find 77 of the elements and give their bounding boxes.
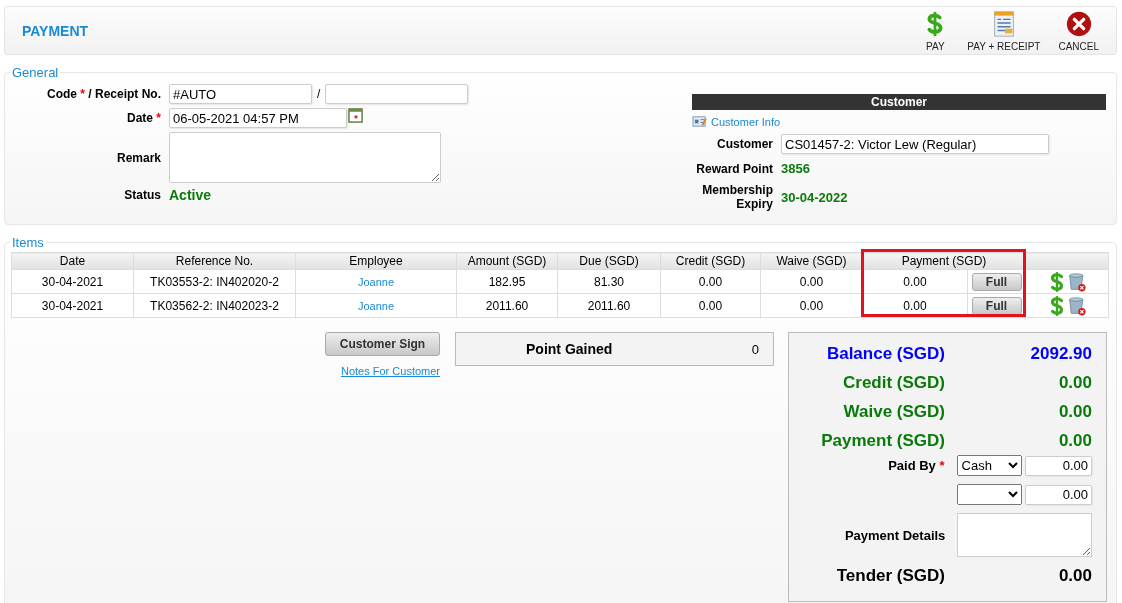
total-label: Credit (SGD)	[842, 372, 945, 393]
code-input[interactable]: #AUTO	[169, 84, 312, 104]
page-title: PAYMENT	[22, 22, 89, 39]
column-header: Credit (SGD)	[660, 252, 761, 270]
payment-method-select[interactable]	[956, 484, 1022, 505]
column-header: Amount (SGD)	[456, 252, 558, 270]
points-label: Point Gained	[526, 341, 613, 357]
field-label: Remark	[115, 150, 161, 165]
separator-text: /	[317, 87, 321, 101]
tender-value: 0.00	[1058, 565, 1092, 586]
payment-details-label: Payment Details	[843, 527, 946, 543]
membership-expiry-value: 30-04-2022	[781, 189, 848, 205]
total-value: 0.00	[1058, 401, 1092, 422]
column-header: Reference No.	[133, 252, 296, 270]
field-label: Customer	[716, 137, 773, 151]
trash-delete-icon[interactable]	[1068, 294, 1086, 317]
toolbar-button[interactable]: CANCEL	[1049, 9, 1108, 52]
customer-sign-button[interactable]: Customer Sign	[325, 332, 440, 356]
total-label: Waive (SGD)	[842, 401, 945, 422]
full-button[interactable]: Full	[971, 272, 1022, 291]
total-value: 0.00	[1058, 372, 1092, 393]
total-value: 0.00	[1058, 430, 1092, 451]
customer-input[interactable]: CS01457-2: Victor Lew (Regular)	[781, 134, 1049, 154]
table-cell: 0.00	[660, 293, 761, 318]
payment-details-textarea[interactable]	[957, 513, 1092, 557]
receipt-input[interactable]	[325, 84, 469, 104]
total-label: Balance (SGD)	[825, 343, 945, 364]
column-header: Due (SGD)	[557, 252, 661, 270]
amount-input[interactable]: 0.00	[1025, 484, 1092, 505]
table-cell: 0.00	[862, 269, 968, 294]
reward-point-value: 3856	[781, 161, 810, 176]
employee-link[interactable]: Joanne	[357, 299, 395, 312]
table-cell: 30-04-2021	[11, 269, 134, 294]
payment-method-select[interactable]: Cash	[956, 455, 1022, 476]
column-header: Payment (SGD)	[862, 252, 1026, 270]
notes-link[interactable]: Notes For Customer	[340, 365, 440, 377]
remark-textarea[interactable]	[169, 132, 441, 183]
paid-by-label: Paid By *	[887, 458, 945, 473]
column-header: Waive (SGD)	[760, 252, 863, 270]
table-cell: TK03562-2: IN402023-2	[133, 293, 296, 318]
field-label: Code * / Receipt No.	[45, 87, 161, 101]
total-label: Payment (SGD)	[820, 430, 945, 451]
table-cell: 2011.60	[456, 293, 558, 318]
field-label: Membership Expiry	[701, 183, 773, 211]
dollar-icon[interactable]	[1048, 294, 1066, 317]
customer-info-link[interactable]: Customer Info	[711, 115, 781, 128]
full-button[interactable]: Full	[971, 296, 1022, 315]
table-cell: 30-04-2021	[11, 293, 134, 318]
table-cell: TK03553-2: IN402020-2	[133, 269, 296, 294]
table-cell: 81.30	[557, 269, 661, 294]
section-legend: General	[10, 65, 61, 80]
toolbar-button[interactable]: PAY	[912, 9, 959, 52]
status-value: Active	[169, 187, 212, 203]
tender-label: Tender (SGD)	[835, 565, 945, 586]
column-header: Employee	[295, 252, 457, 270]
customer-heading: Customer	[692, 94, 1106, 110]
close-icon	[1064, 9, 1093, 39]
employee-link[interactable]: Joanne	[357, 275, 395, 288]
table-cell: 0.00	[760, 293, 863, 318]
field-label: Status	[123, 188, 161, 202]
field-label: Date *	[126, 111, 161, 125]
calendar-icon[interactable]	[348, 108, 363, 123]
table-cell: 182.95	[456, 269, 558, 294]
dollar-icon[interactable]	[1048, 270, 1066, 293]
id-card-icon	[692, 115, 707, 128]
table-cell: 0.00	[660, 269, 761, 294]
trash-delete-icon[interactable]	[1068, 270, 1086, 293]
table-cell: 0.00	[760, 269, 863, 294]
total-value: 2092.90	[1030, 343, 1092, 364]
date-input[interactable]: 06-05-2021 04:57 PM	[169, 108, 347, 128]
table-cell: 2011.60	[557, 293, 661, 318]
field-label: Reward Point	[695, 161, 773, 176]
amount-input[interactable]: 0.00	[1025, 455, 1092, 476]
section-legend: Items	[10, 235, 46, 250]
points-value: 0	[751, 341, 759, 357]
column-header: Date	[11, 252, 134, 270]
toolbar-button[interactable]: PAY + RECEIPT	[958, 9, 1050, 52]
